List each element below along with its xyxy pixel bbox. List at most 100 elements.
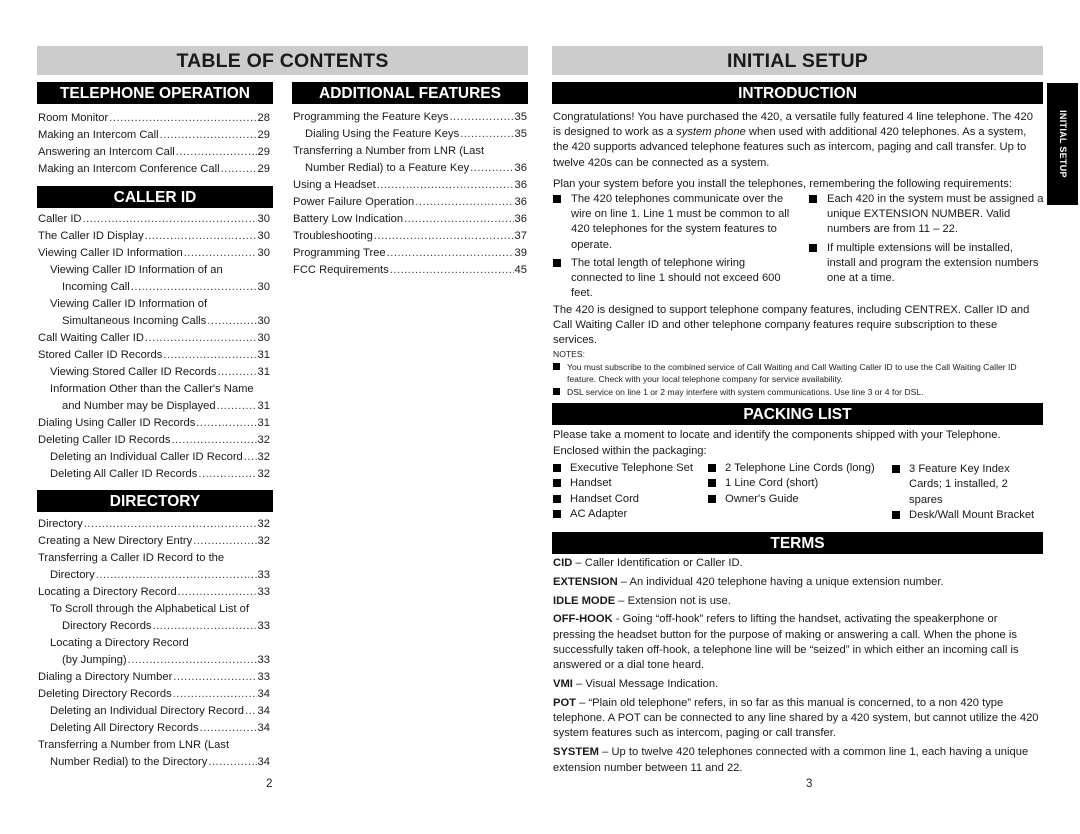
toc-entry[interactable]: Directory 33 xyxy=(38,567,270,584)
toc-entry[interactable]: Dialing a Directory Number 33 xyxy=(38,669,270,686)
toc-entry[interactable]: Viewing Caller ID Information of an xyxy=(38,262,270,279)
toc-entry[interactable]: Transferring a Caller ID Record to the xyxy=(38,550,270,567)
toc-entry[interactable]: Dialing Using Caller ID Records 31 xyxy=(38,415,270,432)
requirement-text: If multiple extensions will be installed… xyxy=(827,241,1039,285)
packing-col-3: 3 Feature Key Index Cards; 1 installed, … xyxy=(892,462,1044,523)
toc-entry-title: Directory xyxy=(38,518,83,530)
side-tab-initial-setup[interactable]: INITIAL SETUP xyxy=(1047,83,1078,205)
toc-entry[interactable]: and Number may be Displayed 31 xyxy=(38,398,270,415)
toc-entry[interactable]: Deleting Caller ID Records 32 xyxy=(38,432,270,449)
toc-entry[interactable]: The Caller ID Display 30 xyxy=(38,228,270,245)
toc-entry-page: 36 xyxy=(514,162,527,174)
toc-entry-page: 29 xyxy=(257,146,270,158)
toc-entry-page: 32 xyxy=(257,434,270,446)
toc-entry[interactable]: Information Other than the Caller's Name xyxy=(38,381,270,398)
term-separator: – xyxy=(576,696,589,709)
toc-entry[interactable]: Number Redial) to a Feature Key 36 xyxy=(293,160,527,177)
toc-entry[interactable]: Call Waiting Caller ID 30 xyxy=(38,330,270,347)
toc-list-caller-id: Caller ID30The Caller ID Display30Viewin… xyxy=(38,211,270,483)
toc-entry[interactable]: Battery Low Indication 36 xyxy=(293,211,527,228)
toc-entry[interactable]: Simultaneous Incoming Calls 30 xyxy=(38,313,270,330)
toc-entry[interactable]: FCC Requirements 45 xyxy=(293,262,527,279)
toc-entry-title: Incoming Call xyxy=(62,281,130,293)
toc-entry[interactable]: Deleting Directory Records 34 xyxy=(38,686,270,703)
bullet-square-icon xyxy=(553,195,561,203)
toc-leader-dots xyxy=(221,161,257,178)
notes: NOTES: You must subscribe to the combine… xyxy=(553,348,1043,398)
toc-entry[interactable]: Deleting All Caller ID Records 32 xyxy=(38,466,270,483)
toc-entry[interactable]: Transferring a Number from LNR (Last xyxy=(38,737,270,754)
toc-entry-title: The Caller ID Display xyxy=(38,230,144,242)
bullet-square-icon xyxy=(553,258,561,267)
toc-entry[interactable]: Number Redial) to the Directory 34 xyxy=(38,754,270,771)
term-name: OFF-HOOK xyxy=(553,613,613,626)
toc-entry[interactable]: Caller ID 30 xyxy=(38,211,270,228)
packing-intro: Please take a moment to locate and ident… xyxy=(553,428,1043,459)
toc-entry[interactable]: Transferring a Number from LNR (Last xyxy=(293,143,527,160)
toc-entry[interactable]: Programming the Feature Keys 35 xyxy=(293,109,527,126)
toc-leader-dots xyxy=(184,245,257,262)
bullet-square-icon xyxy=(553,464,561,472)
toc-leader-dots xyxy=(470,160,513,177)
toc-entry[interactable]: Directory Records 33 xyxy=(38,618,270,635)
packing-intro-text: Please take a moment to locate and ident… xyxy=(553,429,1001,441)
toc-entry-title: Deleting Caller ID Records xyxy=(38,434,171,446)
toc-entry[interactable]: Deleting an Individual Directory Record 3… xyxy=(38,703,270,720)
toc-entry[interactable]: Answering an Intercom Call 29 xyxy=(38,144,270,161)
toc-entry[interactable]: To Scroll through the Alphabetical List … xyxy=(38,601,270,618)
packing-item: Executive Telephone Set xyxy=(553,461,713,476)
packing-item-text: Desk/Wall Mount Bracket xyxy=(909,508,1035,521)
toc-page-header: TABLE OF CONTENTS xyxy=(37,46,528,75)
toc-entry[interactable]: Locating a Directory Record 33 xyxy=(38,584,270,601)
toc-entry[interactable]: Room Monitor 28 xyxy=(38,110,270,127)
toc-entry[interactable]: Programming Tree 39 xyxy=(293,245,527,262)
toc-entry[interactable]: Using a Headset 36 xyxy=(293,177,527,194)
toc-entry[interactable]: Incoming Call 30 xyxy=(38,279,270,296)
toc-entry[interactable]: Deleting All Directory Records 34 xyxy=(38,720,270,737)
toc-entry-title: Caller ID xyxy=(38,213,82,225)
toc-leader-dots xyxy=(404,211,513,228)
bullet-square-icon xyxy=(708,479,716,488)
toc-entry-page: 30 xyxy=(257,230,270,242)
toc-entry[interactable]: (by Jumping) 33 xyxy=(38,652,270,669)
toc-entry[interactable]: Troubleshooting 37 xyxy=(293,228,527,245)
intro-paragraph: Congratulations! You have purchased the … xyxy=(553,110,1041,171)
toc-entry[interactable]: Making an Intercom Call 29 xyxy=(38,127,270,144)
toc-entry-page: 34 xyxy=(257,756,270,768)
toc-entry[interactable]: Directory 32 xyxy=(38,516,270,533)
toc-entry-page: 30 xyxy=(257,281,270,293)
toc-entry-page: 33 xyxy=(257,671,270,683)
toc-entry-page: 30 xyxy=(257,315,270,327)
toc-entry[interactable]: Stored Caller ID Records 31 xyxy=(38,347,270,364)
toc-entry[interactable]: Creating a New Directory Entry 32 xyxy=(38,533,270,550)
toc-entry-title: Deleting an Individual Caller ID Record xyxy=(50,451,243,463)
toc-leader-dots xyxy=(196,415,256,432)
toc-entry[interactable]: Power Failure Operation 36 xyxy=(293,194,527,211)
requirements-left: The 420 telephones communicate over the … xyxy=(553,192,791,301)
term-definition: Visual Message Indication. xyxy=(585,678,719,691)
toc-entry-title: Deleting All Caller ID Records xyxy=(50,468,198,480)
toc-entry[interactable]: Viewing Stored Caller ID Records 31 xyxy=(38,364,270,381)
plan-intro: Plan your system before you install the … xyxy=(553,178,1012,190)
packing-item: 3 Feature Key Index Cards; 1 installed, … xyxy=(892,462,1044,508)
toc-entry[interactable]: Viewing Caller ID Information 30 xyxy=(38,245,270,262)
bullet-square-icon xyxy=(553,479,561,488)
toc-entry[interactable]: Locating a Directory Record xyxy=(38,635,270,652)
toc-leader-dots xyxy=(173,686,257,703)
note-item: DSL service on line 1 or 2 may interfere… xyxy=(553,386,1043,399)
toc-entry-title: Directory Records xyxy=(62,620,152,632)
toc-entry[interactable]: Dialing Using the Feature Keys 35 xyxy=(293,126,527,143)
toc-entry[interactable]: Viewing Caller ID Information of xyxy=(38,296,270,313)
packing-item: AC Adapter xyxy=(553,507,713,522)
section-header-introduction: INTRODUCTION xyxy=(552,82,1043,104)
toc-entry[interactable]: Making an Intercom Conference Call 29 xyxy=(38,161,270,178)
term-separator: – xyxy=(617,575,630,588)
terms-list: CID – Caller Identification or Caller ID… xyxy=(553,556,1041,779)
toc-entry-title: Information Other than the Caller's Name xyxy=(50,383,254,395)
toc-leader-dots xyxy=(193,533,256,550)
toc-entry[interactable]: Deleting an Individual Caller ID Record 3… xyxy=(38,449,270,466)
requirement-item: If multiple extensions will be installed… xyxy=(809,241,1044,287)
requirement-item: Each 420 in the system must be assigned … xyxy=(809,192,1044,238)
toc-entry-title: Directory xyxy=(50,569,95,581)
toc-entry-page: 36 xyxy=(514,213,527,225)
